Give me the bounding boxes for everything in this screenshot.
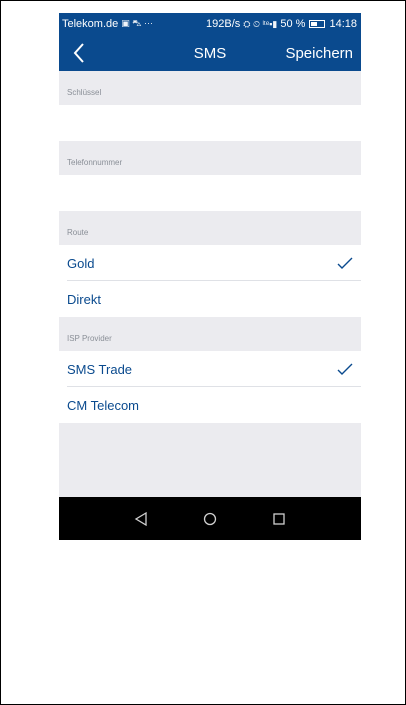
- isp-option-label: SMS Trade: [67, 361, 133, 377]
- status-bar-right: 192B/s ⛭ ⏲ ˡᵗᵉ▪▮ 50 % 14:18: [206, 18, 357, 30]
- key-section-header: Schlüssel: [67, 88, 102, 97]
- checkmark-icon: [337, 257, 353, 269]
- isp-option-cm-telecom[interactable]: CM Telecom: [59, 387, 361, 423]
- isp-section-header: ISP Provider: [67, 334, 112, 343]
- route-option-gold[interactable]: Gold: [59, 245, 361, 281]
- nav-bar: SMS Speichern: [59, 35, 361, 71]
- network-speed: 192B/s: [206, 18, 241, 30]
- signal-icon: ⛭ ⏲ ˡᵗᵉ▪▮: [243, 18, 278, 29]
- battery-icon: [309, 20, 326, 28]
- phone-section-header: Telefonnummer: [67, 158, 123, 167]
- chevron-left-icon: [73, 43, 84, 63]
- route-option-direkt[interactable]: Direkt: [59, 281, 361, 317]
- checkmark-icon: [337, 363, 353, 375]
- save-button[interactable]: Speichern: [285, 45, 361, 62]
- home-circle-icon[interactable]: [203, 512, 217, 526]
- key-input[interactable]: [59, 105, 361, 141]
- clock: 14:18: [329, 18, 357, 30]
- phone-number-input[interactable]: [59, 175, 361, 211]
- android-nav-bar: [59, 497, 361, 540]
- isp-option-label: CM Telecom: [67, 397, 140, 413]
- route-section-header: Route: [67, 228, 89, 237]
- isp-option-sms-trade[interactable]: SMS Trade: [59, 351, 361, 387]
- back-triangle-icon[interactable]: [134, 511, 148, 526]
- notification-icons: ▣ ⛍ ···: [121, 18, 154, 28]
- bottom-spacer: [59, 423, 361, 469]
- back-button[interactable]: [59, 35, 99, 71]
- page-frame: Telekom.de ▣ ⛍ ··· 192B/s ⛭ ⏲ ˡᵗᵉ▪▮ 50 %…: [0, 0, 406, 705]
- route-option-label: Gold: [67, 255, 95, 271]
- battery-percent: 50 %: [280, 18, 306, 30]
- status-bar: Telekom.de ▣ ⛍ ··· 192B/s ⛭ ⏲ ˡᵗᵉ▪▮ 50 %…: [59, 13, 361, 35]
- phone-screen: Telekom.de ▣ ⛍ ··· 192B/s ⛭ ⏲ ˡᵗᵉ▪▮ 50 %…: [59, 13, 361, 540]
- route-option-label: Direkt: [67, 291, 101, 307]
- carrier-label: Telekom.de: [62, 18, 119, 30]
- status-bar-left: Telekom.de ▣ ⛍ ···: [62, 18, 153, 30]
- recents-square-icon[interactable]: [272, 512, 286, 526]
